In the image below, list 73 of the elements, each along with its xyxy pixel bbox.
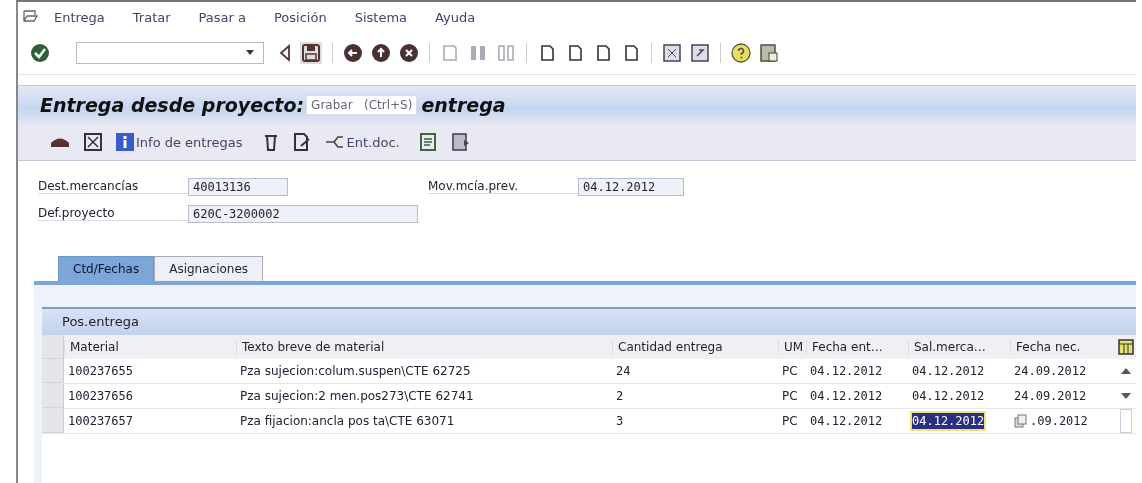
trash-icon[interactable] [262,133,279,151]
table-cell-text: 04.12.2012 [809,389,884,403]
toolbar-button[interactable]: Ent.doc. [324,133,400,151]
table-cell-text: 100237657 [67,414,135,428]
table-cell-text: PC [781,389,799,403]
table-cell-text: 24 [615,364,632,378]
field-label: Mov.mcía.prev. [428,179,578,194]
toolbar-button[interactable]: Info de entregas [116,133,243,151]
tooltip: Grabar (Ctrl+S) [306,95,418,115]
cancel-circle-icon[interactable] [399,43,419,63]
menu-item[interactable]: Entrega [54,9,105,25]
back-icon[interactable] [278,43,292,63]
table-cell-text: 04.12.2012 [809,414,884,428]
check-icon[interactable] [30,43,50,63]
list-icon[interactable] [419,133,438,151]
scrollbar-thumb[interactable] [1120,409,1132,433]
screen-title: Entrega desde proyecto: [40,94,305,116]
table-cell: 24.09.2012 [1014,389,1087,403]
info-icon [116,133,134,151]
table-cell-text: 2 [615,389,625,403]
table-cell-text: 04.12.2012 [809,364,884,378]
table-cell-text: PC [781,414,799,428]
table-cell-text: 3 [615,414,625,428]
column-header[interactable]: Cantidad entrega [612,340,778,354]
menu-icon[interactable] [22,10,38,24]
column-header[interactable]: Material [64,340,236,354]
table-cell[interactable]: 04.12.2012 [912,363,985,379]
save-icon[interactable] [300,42,322,64]
menu-item[interactable]: Pasar a [198,9,246,25]
field-label: Def.proyecto [38,206,188,221]
screen-title: entrega [421,94,506,116]
table-title: Pos.entrega [42,309,1136,335]
column-header[interactable]: Texto breve de material [236,340,612,354]
branch-icon [324,133,345,151]
tab[interactable]: Asignaciones [154,256,264,281]
tab[interactable]: Ctd/Fechas [58,256,155,281]
window-icon[interactable] [662,43,682,63]
copy-icon [1014,414,1028,428]
input-field[interactable]: 620C-3200002 [188,204,418,223]
command-field[interactable] [76,42,264,64]
column-header[interactable]: UM [778,340,806,354]
column-header[interactable]: Sal.merca… [908,340,1010,354]
input-field[interactable]: 40013136 [188,177,288,196]
menu-item[interactable]: Ayuda [435,9,476,25]
input-field[interactable]: 04.12.2012 [578,177,684,196]
table-cell-text: Pza fijacion:ancla pos ta\CTE 63071 [239,414,456,428]
shortcut-icon[interactable] [690,43,710,63]
up-circle-icon[interactable] [371,43,391,63]
table-cell[interactable]: 04.12.2012 [912,388,985,404]
scroll-up-icon[interactable] [1121,368,1131,374]
document-edit-icon[interactable] [292,133,311,151]
table-cell-text: PC [781,364,799,378]
help-icon[interactable] [731,43,751,63]
table-cell-text: 100237655 [67,364,135,378]
column-header[interactable]: Fecha ent… [806,340,908,354]
dropdown-caret-icon[interactable] [245,50,255,56]
menu-item[interactable]: Tratar [132,9,171,25]
back-circle-icon[interactable] [343,43,363,63]
table-cell: 24.09.2012 [1014,364,1087,378]
table-cell-text: 100237656 [67,389,135,403]
table-settings-icon[interactable] [1118,339,1134,355]
menu-item[interactable]: Posición [274,9,327,25]
document-icon[interactable] [451,133,470,151]
table-cell-text: Pza sujecion:2 men.pos273\CTE 62741 [239,389,475,403]
layout-icon[interactable] [759,43,779,63]
table-cell: .09.2012 [1030,414,1088,428]
scroll-down-icon[interactable] [1121,393,1131,399]
table-cell-text: Pza sujecion:colum.suspen\CTE 62725 [239,364,472,378]
table-cell[interactable]: 04.12.2012 [912,413,985,429]
column-header[interactable]: Fecha nec. [1010,340,1112,354]
frame-icon[interactable] [84,133,102,151]
field-label: Dest.mercancías [38,179,188,194]
menu-item[interactable]: Sistema [354,9,408,25]
